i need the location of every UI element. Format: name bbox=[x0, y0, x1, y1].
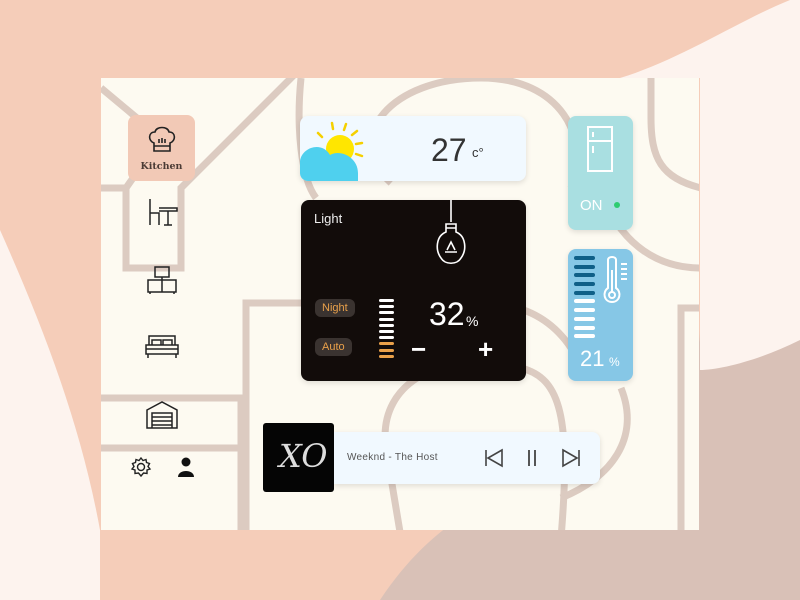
tv-icon bbox=[147, 266, 177, 294]
auto-mode-button[interactable]: Auto bbox=[315, 338, 352, 356]
decrease-button[interactable]: − bbox=[411, 334, 426, 365]
dining-table-icon bbox=[149, 199, 178, 226]
light-title: Light bbox=[314, 211, 343, 226]
level-bar-off bbox=[379, 329, 394, 333]
status-dot bbox=[614, 202, 620, 208]
garage-icon bbox=[146, 401, 178, 429]
user-button[interactable] bbox=[176, 456, 196, 483]
level-bar-on bbox=[574, 264, 595, 269]
track-title: Weeknd - The Host bbox=[347, 452, 438, 463]
level-bar-off bbox=[574, 325, 595, 330]
level-bar-on bbox=[574, 273, 595, 278]
next-track-button[interactable] bbox=[561, 448, 581, 468]
light-bulb-icon bbox=[436, 200, 466, 265]
gear-icon bbox=[130, 456, 152, 478]
album-art: XO bbox=[263, 423, 334, 492]
sidebar-item-living-room[interactable] bbox=[142, 260, 182, 300]
increase-button[interactable]: + bbox=[478, 334, 493, 365]
sun-cloud-icon bbox=[300, 121, 364, 181]
album-art-logo: XO bbox=[279, 437, 328, 475]
fridge-icon bbox=[587, 126, 613, 172]
thermostat-card[interactable]: 21 % bbox=[568, 249, 633, 381]
level-bar-on bbox=[379, 354, 394, 358]
light-unit: % bbox=[466, 313, 479, 329]
level-bar-on bbox=[574, 256, 595, 260]
level-bar-on bbox=[379, 348, 394, 352]
level-bar-off bbox=[379, 305, 394, 309]
level-bar-off bbox=[379, 299, 394, 302]
level-bar-off bbox=[574, 299, 595, 304]
sidebar-item-garage[interactable] bbox=[142, 395, 182, 435]
thermostat-value: 21 bbox=[580, 346, 605, 371]
level-bar-off bbox=[379, 311, 394, 315]
previous-track-button[interactable] bbox=[484, 448, 504, 468]
fridge-status: ON bbox=[580, 197, 603, 214]
level-bar-off bbox=[379, 317, 394, 321]
pause-button[interactable] bbox=[524, 448, 540, 468]
settings-button[interactable] bbox=[130, 456, 152, 483]
fridge-card[interactable]: ON bbox=[568, 116, 633, 230]
user-icon bbox=[178, 457, 194, 477]
level-bar-off bbox=[574, 334, 595, 339]
light-card: Light Night Auto 32 % − + bbox=[301, 200, 526, 381]
level-bar-off bbox=[574, 308, 595, 313]
level-bar-on bbox=[574, 290, 595, 295]
sidebar-item-kitchen[interactable]: Kitchen bbox=[128, 115, 195, 181]
light-level-meter[interactable] bbox=[379, 299, 394, 361]
level-bar-off bbox=[379, 323, 394, 327]
music-player: Weeknd - The Host bbox=[334, 432, 600, 484]
level-bar-on bbox=[574, 282, 595, 287]
thermostat-unit: % bbox=[609, 355, 620, 369]
bed-icon bbox=[145, 335, 179, 358]
sidebar-item-dining[interactable] bbox=[142, 192, 182, 232]
weather-card: 27 c° bbox=[300, 116, 526, 181]
weather-unit: c° bbox=[472, 145, 484, 160]
weather-temperature: 27 bbox=[431, 132, 467, 168]
light-value: 32 bbox=[429, 296, 465, 332]
level-bar-on bbox=[379, 342, 394, 346]
chef-hat-icon bbox=[148, 126, 176, 152]
level-bar-off bbox=[574, 316, 595, 321]
sidebar-item-bedroom[interactable] bbox=[142, 327, 182, 367]
thermostat-level-meter[interactable] bbox=[574, 256, 595, 343]
thermometer-icon bbox=[603, 256, 627, 304]
sidebar-item-label: Kitchen bbox=[140, 161, 183, 172]
night-mode-button[interactable]: Night bbox=[315, 299, 355, 317]
level-bar-off bbox=[379, 336, 394, 340]
